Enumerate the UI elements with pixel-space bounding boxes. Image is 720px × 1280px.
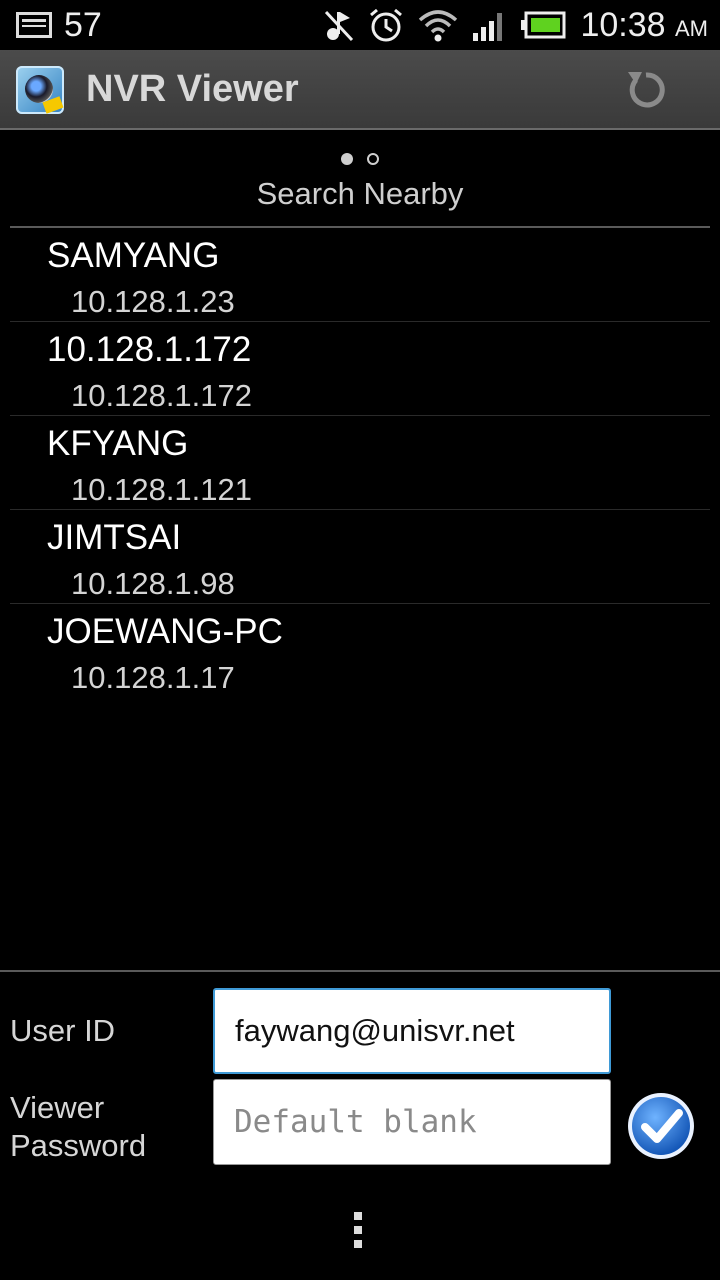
list-item[interactable]: JIMTSAI 10.128.1.98	[10, 510, 710, 604]
user-id-label: User ID	[10, 1013, 116, 1048]
viewer-password-label: Viewer Password	[10, 1090, 147, 1163]
user-id-field[interactable]	[213, 988, 611, 1074]
device-name: KFYANG	[47, 424, 189, 463]
confirm-check-button[interactable]	[626, 1091, 696, 1161]
battery-icon	[521, 11, 566, 39]
device-name: 10.128.1.172	[47, 330, 252, 369]
app-logo-icon	[16, 66, 64, 114]
wifi-icon	[419, 10, 458, 42]
device-ip: 10.128.1.17	[71, 660, 235, 695]
device-list: SAMYANG 10.128.1.23 10.128.1.172 10.128.…	[10, 228, 710, 698]
list-item[interactable]: KFYANG 10.128.1.121	[10, 416, 710, 510]
device-ip: 10.128.1.172	[71, 378, 253, 413]
form-divider	[0, 970, 720, 972]
device-ip: 10.128.1.98	[71, 566, 235, 601]
device-ip: 10.128.1.121	[71, 472, 253, 507]
app-title: NVR Viewer	[86, 68, 299, 110]
viewer-password-field[interactable]	[213, 1079, 611, 1165]
list-item[interactable]: 10.128.1.172 10.128.1.172	[10, 322, 710, 416]
device-name: SAMYANG	[47, 236, 220, 275]
action-bar: NVR Viewer	[0, 50, 720, 130]
user-id-input[interactable]	[233, 1012, 591, 1050]
signal-icon	[473, 13, 503, 41]
alarm-icon	[370, 8, 403, 42]
clock: 10:38 AM	[580, 5, 708, 44]
overflow-menu-icon[interactable]	[354, 1212, 364, 1254]
status-bar: 57 10:38 AM	[0, 0, 720, 50]
device-name: JOEWANG-PC	[47, 612, 283, 651]
notification-icon	[16, 12, 52, 38]
page-dot-active	[341, 153, 353, 165]
device-ip: 10.128.1.23	[71, 284, 235, 319]
device-name: JIMTSAI	[47, 518, 182, 557]
notification-count: 57	[64, 5, 102, 44]
muted-icon	[325, 10, 354, 42]
page-dot-inactive	[367, 153, 379, 165]
viewer-password-input[interactable]	[232, 1103, 592, 1141]
page-title: Search Nearby	[256, 176, 464, 211]
refresh-icon[interactable]	[624, 68, 668, 112]
list-item[interactable]: SAMYANG 10.128.1.23	[10, 228, 710, 322]
page-indicator	[0, 152, 720, 170]
list-item[interactable]: JOEWANG-PC 10.128.1.17	[10, 604, 710, 698]
